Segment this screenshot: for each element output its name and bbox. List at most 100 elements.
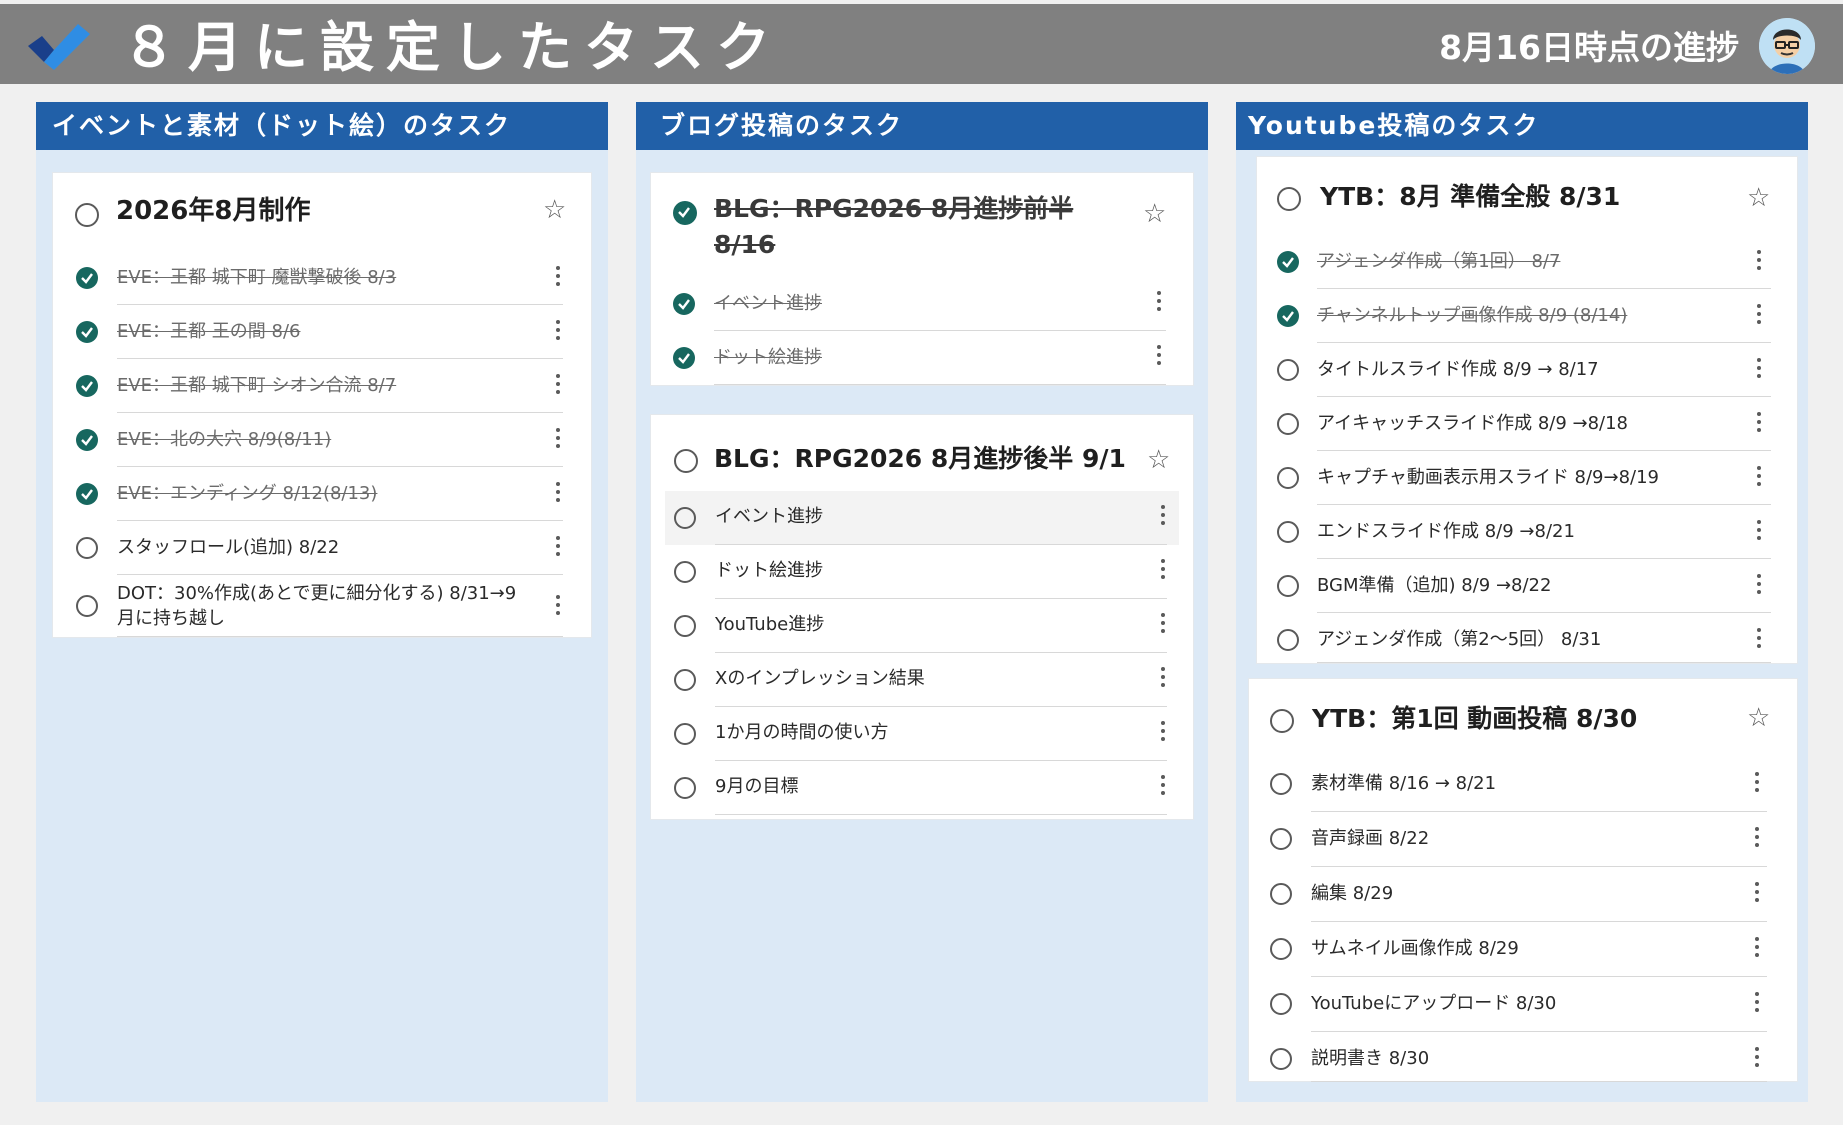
more-options-icon[interactable] (1161, 559, 1165, 583)
star-icon[interactable]: ☆ (1747, 705, 1770, 731)
task-row[interactable]: Xのインプレッション結果 (651, 653, 1193, 707)
task-card[interactable]: BLG：RPG2026 8月進捗前半 8/16 ☆ イベント進捗 ドット絵進捗 (650, 172, 1194, 386)
task-row[interactable]: 素材準備 8/16 → 8/21 (1249, 757, 1797, 812)
check-done-icon[interactable] (76, 483, 98, 505)
star-icon[interactable]: ☆ (1147, 447, 1170, 473)
task-complete-toggle[interactable] (1270, 883, 1292, 905)
task-row[interactable]: タイトルスライド作成 8/9 → 8/17 (1257, 343, 1797, 397)
task-row[interactable]: スタッフロール(追加) 8/22 (53, 521, 591, 575)
task-complete-toggle[interactable] (674, 777, 696, 799)
more-options-icon[interactable] (1757, 250, 1761, 274)
check-done-icon[interactable] (76, 267, 98, 289)
task-complete-toggle[interactable] (1277, 413, 1299, 435)
task-complete-toggle[interactable] (1270, 938, 1292, 960)
task-row[interactable]: キャプチャ動画表示用スライド 8/9→8/19 (1257, 451, 1797, 505)
more-options-icon[interactable] (1757, 628, 1761, 652)
more-options-icon[interactable] (1757, 358, 1761, 382)
more-options-icon[interactable] (1755, 937, 1759, 961)
task-complete-toggle[interactable] (674, 615, 696, 637)
more-options-icon[interactable] (556, 536, 560, 560)
task-complete-toggle[interactable] (76, 537, 98, 559)
task-row[interactable]: ドット絵進捗 (651, 331, 1193, 385)
task-row[interactable]: アジェンダ作成（第1回） 8/7 (1257, 235, 1797, 289)
task-card[interactable]: YTB：第1回 動画投稿 8/30 ☆ 素材準備 8/16 → 8/21 音声録… (1248, 678, 1798, 1082)
task-row[interactable]: サムネイル画像作成 8/29 (1249, 922, 1797, 977)
task-complete-toggle[interactable] (674, 723, 696, 745)
card-complete-toggle[interactable] (1277, 187, 1301, 211)
task-row[interactable]: EVE：王都 城下町 魔獣撃破後 8/3 (53, 251, 591, 305)
star-icon[interactable]: ☆ (1747, 185, 1770, 211)
card-complete-toggle[interactable] (75, 203, 99, 227)
task-row[interactable]: BGM準備（追加) 8/9 →8/22 (1257, 559, 1797, 613)
check-done-icon[interactable] (673, 347, 695, 369)
task-complete-toggle[interactable] (1270, 773, 1292, 795)
task-row[interactable]: 音声録画 8/22 (1249, 812, 1797, 867)
task-card[interactable]: BLG：RPG2026 8月進捗後半 9/1 ☆ イベント進捗 ドット絵進捗 Y… (650, 414, 1194, 820)
task-card[interactable]: YTB：8月 準備全般 8/31 ☆ アジェンダ作成（第1回） 8/7 チャンネ… (1256, 156, 1798, 664)
task-row[interactable]: YouTubeにアップロード 8/30 (1249, 977, 1797, 1032)
card-complete-toggle[interactable] (1270, 709, 1294, 733)
more-options-icon[interactable] (1755, 1047, 1759, 1071)
task-complete-toggle[interactable] (1277, 575, 1299, 597)
star-icon[interactable]: ☆ (543, 197, 566, 223)
more-options-icon[interactable] (1161, 613, 1165, 637)
task-complete-toggle[interactable] (1270, 828, 1292, 850)
more-options-icon[interactable] (1755, 772, 1759, 796)
task-row[interactable]: イベント進捗 (651, 277, 1193, 331)
task-complete-toggle[interactable] (1277, 521, 1299, 543)
task-row[interactable]: 9月の目標 (651, 761, 1193, 815)
task-complete-toggle[interactable] (1277, 359, 1299, 381)
check-done-icon[interactable] (673, 293, 695, 315)
check-done-icon[interactable] (76, 429, 98, 451)
task-row[interactable]: 1か月の時間の使い方 (651, 707, 1193, 761)
task-complete-toggle[interactable] (1270, 993, 1292, 1015)
task-complete-toggle[interactable] (1270, 1048, 1292, 1070)
more-options-icon[interactable] (1757, 574, 1761, 598)
more-options-icon[interactable] (1157, 291, 1161, 315)
task-complete-toggle[interactable] (1277, 467, 1299, 489)
more-options-icon[interactable] (1157, 345, 1161, 369)
task-row[interactable]: YouTube進捗 (651, 599, 1193, 653)
more-options-icon[interactable] (1755, 827, 1759, 851)
task-complete-toggle[interactable] (1277, 629, 1299, 651)
task-row[interactable]: イベント進捗 (665, 491, 1179, 545)
task-row[interactable]: 編集 8/29 (1249, 867, 1797, 922)
task-row[interactable]: EVE：エンディング 8/12(8/13) (53, 467, 591, 521)
check-done-icon[interactable] (673, 201, 697, 225)
task-row[interactable]: アイキャッチスライド作成 8/9 →8/18 (1257, 397, 1797, 451)
task-complete-toggle[interactable] (76, 595, 98, 617)
task-row[interactable]: ドット絵進捗 (651, 545, 1193, 599)
more-options-icon[interactable] (556, 320, 560, 344)
more-options-icon[interactable] (1161, 721, 1165, 745)
more-options-icon[interactable] (1161, 505, 1165, 529)
task-row[interactable]: DOT：30%作成(あとで更に細分化する) 8/31→9月に持ち越し (53, 575, 591, 637)
more-options-icon[interactable] (1757, 304, 1761, 328)
task-row[interactable]: 説明書き 8/30 (1249, 1032, 1797, 1082)
star-icon[interactable]: ☆ (1143, 201, 1166, 227)
avatar-icon[interactable] (1759, 18, 1815, 74)
task-row[interactable]: チャンネルトップ画像作成 8/9 (8/14) (1257, 289, 1797, 343)
more-options-icon[interactable] (1755, 992, 1759, 1016)
check-done-icon[interactable] (1277, 251, 1299, 273)
task-row[interactable]: エンドスライド作成 8/9 →8/21 (1257, 505, 1797, 559)
task-card[interactable]: 2026年8月制作 ☆ EVE：王都 城下町 魔獣撃破後 8/3 EVE：王都 … (52, 172, 592, 638)
task-complete-toggle[interactable] (674, 561, 696, 583)
check-done-icon[interactable] (76, 375, 98, 397)
more-options-icon[interactable] (556, 266, 560, 290)
task-row[interactable]: EVE：王都 王の間 8/6 (53, 305, 591, 359)
more-options-icon[interactable] (556, 428, 560, 452)
more-options-icon[interactable] (556, 595, 560, 619)
task-complete-toggle[interactable] (674, 507, 696, 529)
more-options-icon[interactable] (556, 374, 560, 398)
check-done-icon[interactable] (1277, 305, 1299, 327)
task-row[interactable]: アジェンダ作成（第2～5回） 8/31 (1257, 613, 1797, 663)
check-done-icon[interactable] (76, 321, 98, 343)
more-options-icon[interactable] (1757, 520, 1761, 544)
more-options-icon[interactable] (556, 482, 560, 506)
more-options-icon[interactable] (1161, 667, 1165, 691)
more-options-icon[interactable] (1757, 412, 1761, 436)
card-complete-toggle[interactable] (674, 449, 698, 473)
more-options-icon[interactable] (1161, 775, 1165, 799)
more-options-icon[interactable] (1755, 882, 1759, 906)
task-row[interactable]: EVE：王都 城下町 シオン合流 8/7 (53, 359, 591, 413)
